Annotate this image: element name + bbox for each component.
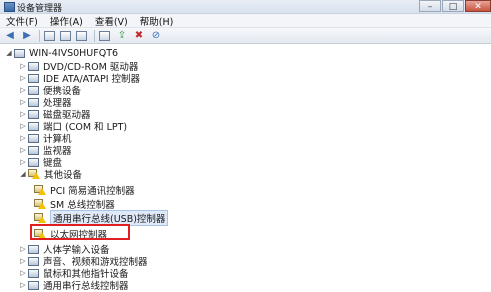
unknown-device-icon — [28, 169, 40, 179]
expand-arrow-icon[interactable]: ▷ — [18, 158, 28, 166]
tree-item-portable[interactable]: ▷ 便携设备 — [18, 84, 491, 97]
warning-device-icon — [34, 199, 46, 209]
tree-item-pci[interactable]: PCI 简易通讯控制器 — [34, 184, 491, 197]
computer-icon — [28, 133, 39, 143]
tree-item-usb-controller[interactable]: 通用串行总线(USB)控制器 — [34, 210, 491, 226]
tree-item-label: 其他设备 — [44, 170, 83, 181]
tree-root[interactable]: ◢ WIN-4IVS0HUFQT6 — [4, 47, 491, 59]
expand-arrow-icon[interactable]: ▷ — [18, 269, 28, 277]
expand-arrow-icon[interactable]: ▷ — [18, 110, 28, 118]
expand-arrow-icon[interactable]: ▷ — [18, 122, 28, 130]
expand-arrow-icon[interactable]: ▷ — [18, 62, 28, 70]
title-bar: 设备管理器 – □ ✕ — [0, 0, 491, 14]
help-icon[interactable] — [60, 30, 71, 41]
tree-item-label: PCI 简易通讯控制器 — [50, 186, 135, 197]
ide-controller-icon — [28, 73, 39, 83]
toolbar-divider — [39, 29, 40, 42]
properties-icon[interactable] — [44, 30, 55, 41]
toolbar: ◀ ▶ ⇪ ✖ ⊘ — [0, 28, 491, 44]
toolbar-divider — [94, 29, 95, 42]
highlight-annotation — [30, 224, 130, 240]
expand-arrow-icon[interactable]: ▷ — [18, 146, 28, 154]
expand-arrow-icon[interactable]: ▷ — [18, 281, 28, 289]
port-icon — [28, 121, 39, 131]
tree-item-ports[interactable]: ▷ 端口 (COM 和 LPT) — [18, 120, 491, 133]
mouse-icon — [28, 268, 39, 278]
device-manager-icon — [4, 2, 15, 12]
monitor-icon — [28, 145, 39, 155]
back-icon[interactable]: ◀ — [3, 30, 17, 42]
disable-icon[interactable]: ⊘ — [149, 30, 163, 42]
maximize-button[interactable]: □ — [442, 0, 464, 12]
tree-item-smbus[interactable]: SM 总线控制器 — [34, 198, 491, 211]
tree-item-label: SM 总线控制器 — [50, 200, 115, 211]
collapse-arrow-icon[interactable]: ◢ — [4, 49, 14, 57]
uninstall-icon[interactable]: ✖ — [132, 30, 146, 42]
tree-item-usb-root[interactable]: ▷ 通用串行总线控制器 — [18, 279, 491, 292]
processor-icon — [28, 97, 39, 107]
expand-arrow-icon[interactable]: ▷ — [18, 74, 28, 82]
sound-icon — [28, 256, 39, 266]
device-tree: ◢ WIN-4IVS0HUFQT6 ▷ DVD/CD-ROM 驱动器 ▷ IDE… — [0, 45, 491, 292]
expand-arrow-icon[interactable]: ▷ — [18, 86, 28, 94]
menu-action[interactable]: 操作(A) — [44, 14, 89, 28]
expand-arrow-icon[interactable]: ▷ — [18, 257, 28, 265]
tree-root-label: WIN-4IVS0HUFQT6 — [29, 47, 119, 59]
menu-help[interactable]: 帮助(H) — [134, 14, 180, 28]
window-title: 设备管理器 — [17, 4, 63, 14]
close-button[interactable]: ✕ — [465, 0, 491, 12]
tree-item-keyboard[interactable]: ▷ 键盘 — [18, 156, 491, 169]
expand-arrow-icon[interactable]: ▷ — [18, 134, 28, 142]
show-hide-tree-icon[interactable] — [76, 30, 87, 41]
forward-icon[interactable]: ▶ — [20, 30, 34, 42]
warning-device-icon — [34, 213, 46, 223]
dvd-drive-icon — [28, 61, 39, 71]
update-driver-icon[interactable]: ⇪ — [115, 30, 129, 42]
minimize-button[interactable]: – — [419, 0, 441, 12]
tree-item-ide[interactable]: ▷ IDE ATA/ATAPI 控制器 — [18, 72, 491, 85]
tree-item-monitor[interactable]: ▷ 监视器 — [18, 144, 491, 157]
tree-item-other-devices[interactable]: ◢ 其他设备 — [18, 168, 491, 181]
expand-arrow-icon[interactable]: ▷ — [18, 98, 28, 106]
warning-device-icon — [34, 185, 46, 195]
computer-icon — [14, 48, 25, 58]
usb-icon — [28, 280, 39, 290]
portable-device-icon — [28, 85, 39, 95]
menu-bar: 文件(F) 操作(A) 查看(V) 帮助(H) — [0, 14, 491, 28]
menu-file[interactable]: 文件(F) — [0, 14, 44, 28]
scan-icon[interactable] — [99, 30, 110, 41]
window-controls: – □ ✕ — [418, 0, 491, 13]
tree-item-computer[interactable]: ▷ 计算机 — [18, 132, 491, 145]
hid-icon — [28, 244, 39, 254]
tree-item-label: 通用串行总线控制器 — [43, 281, 129, 292]
menu-view[interactable]: 查看(V) — [89, 14, 134, 28]
collapse-arrow-icon[interactable]: ◢ — [18, 170, 28, 178]
disk-drive-icon — [28, 109, 39, 119]
keyboard-icon — [28, 157, 39, 167]
expand-arrow-icon[interactable]: ▷ — [18, 245, 28, 253]
